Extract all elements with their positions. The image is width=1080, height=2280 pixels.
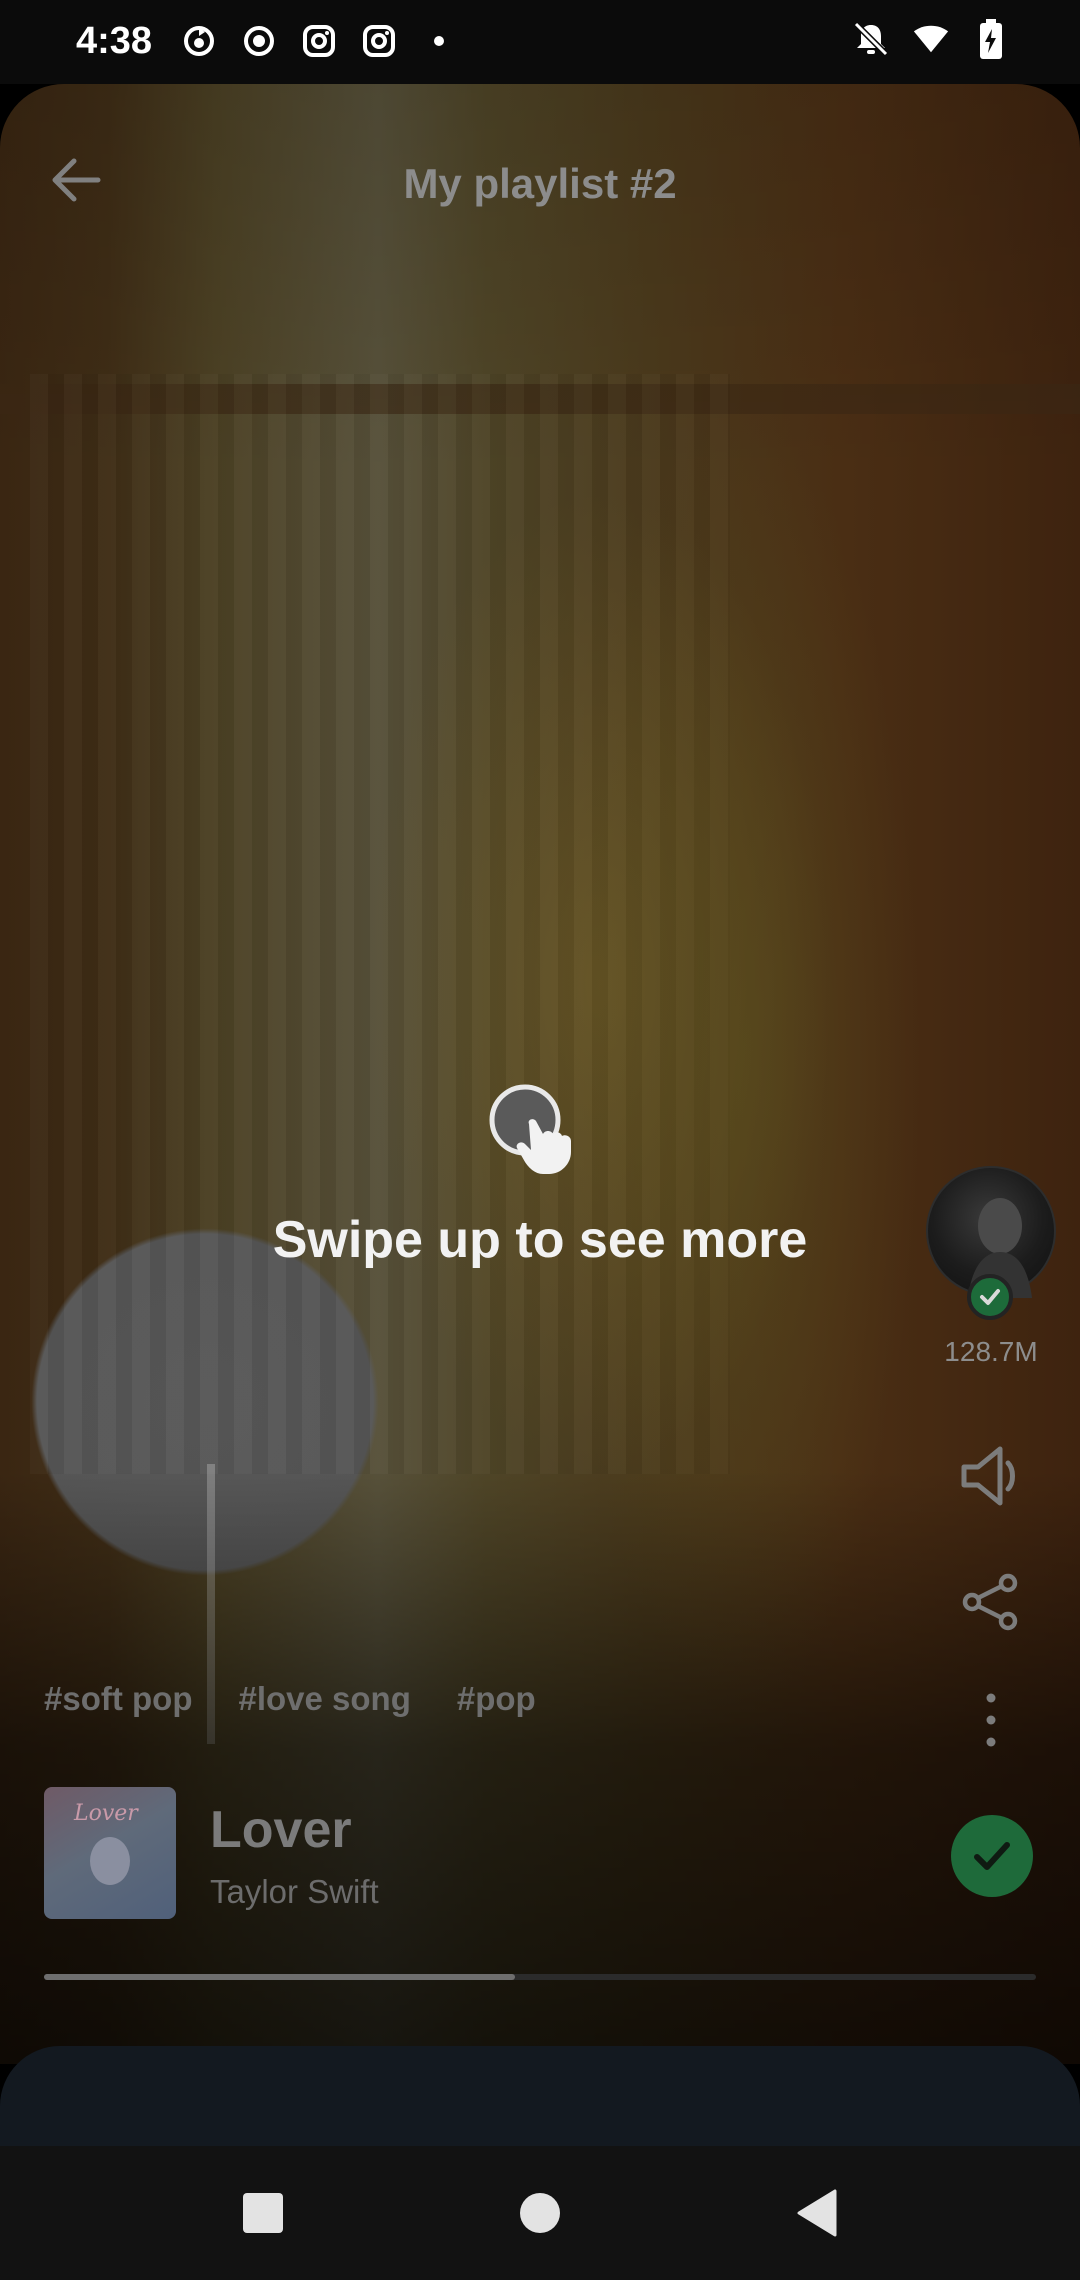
album-art[interactable]: Lover <box>44 1787 176 1919</box>
verified-badge <box>967 1274 1013 1320</box>
status-left-icons <box>180 22 458 60</box>
tap-hand-icon <box>489 1084 571 1174</box>
status-time: 4:38 <box>76 20 153 62</box>
wifi-icon <box>912 20 950 58</box>
background-figure <box>560 414 920 1714</box>
song-artist[interactable]: Taylor Swift <box>210 1873 379 1911</box>
back-nav-button[interactable] <box>782 2178 852 2248</box>
status-right-icons <box>852 19 1010 59</box>
recents-button[interactable] <box>228 2178 298 2248</box>
tag-list: #soft pop #love song #pop <box>44 1680 536 1718</box>
video-card[interactable] <box>0 84 1080 2064</box>
sync-icon <box>180 22 218 60</box>
sound-button[interactable] <box>951 1436 1031 1516</box>
triangle-back-icon <box>797 2189 837 2237</box>
saved-toggle-button[interactable] <box>951 1815 1033 1897</box>
page-title: My playlist #2 <box>403 160 677 207</box>
share-button[interactable] <box>951 1562 1031 1642</box>
home-button[interactable] <box>505 2178 575 2248</box>
album-art-script: Lover <box>74 1801 138 1826</box>
swipe-hint-overlay: Swipe up to see more <box>0 1080 1080 1270</box>
album-art-figure <box>90 1837 130 1885</box>
more-vertical-icon <box>986 1693 996 1747</box>
record-icon <box>240 22 278 60</box>
battery-charging-icon <box>972 19 1010 59</box>
dot-icon <box>420 22 458 60</box>
check-icon <box>980 1289 1000 1305</box>
swipe-hint-text: Swipe up to see more <box>272 1211 808 1269</box>
playback-progress[interactable] <box>44 1974 1036 1980</box>
bell-off-icon <box>852 20 890 58</box>
playback-progress-fill <box>44 1974 516 1980</box>
status-bar: 4:38 <box>0 0 1080 84</box>
tag-soft-pop[interactable]: #soft pop <box>44 1680 192 1718</box>
more-options-button[interactable] <box>951 1680 1031 1760</box>
circle-icon <box>520 2193 560 2233</box>
tag-love-song[interactable]: #love song <box>238 1680 410 1718</box>
speaker-icon <box>961 1446 1015 1506</box>
tag-pop[interactable]: #pop <box>457 1680 536 1718</box>
system-nav-bar <box>0 2146 1080 2280</box>
next-card-peek <box>0 2046 1080 2146</box>
song-title[interactable]: Lover <box>210 1800 352 1860</box>
instagram-icon <box>360 22 398 60</box>
follower-count: 128.7M <box>944 1336 1038 1367</box>
share-icon <box>962 1573 1018 1631</box>
instagram-icon <box>300 22 338 60</box>
square-icon <box>243 2193 283 2233</box>
check-icon <box>974 1842 1010 1870</box>
